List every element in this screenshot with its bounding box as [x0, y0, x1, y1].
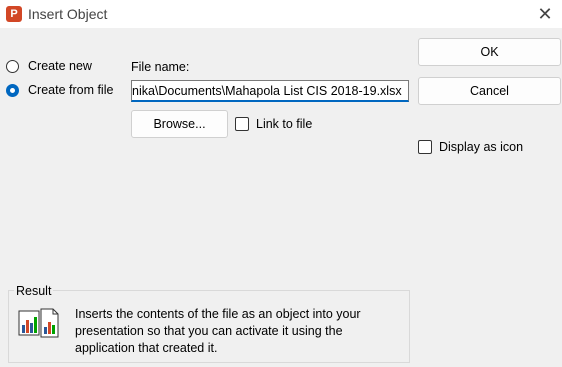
- close-icon[interactable]: ✕: [534, 4, 556, 24]
- file-name-label: File name:: [131, 60, 190, 74]
- display-as-icon-checkbox[interactable]: [418, 140, 432, 154]
- embedded-object-icon: [18, 308, 59, 338]
- link-to-file-checkbox[interactable]: [235, 117, 249, 131]
- powerpoint-icon: P: [6, 6, 22, 22]
- create-from-file-label: Create from file: [28, 83, 114, 97]
- link-to-file-label: Link to file: [256, 117, 313, 131]
- title-bar: P Insert Object ✕: [0, 0, 562, 28]
- create-new-radio[interactable]: [6, 59, 19, 73]
- window-title: Insert Object: [28, 6, 108, 22]
- create-new-option[interactable]: Create new: [6, 59, 92, 73]
- display-as-icon-label: Display as icon: [439, 140, 524, 154]
- display-as-icon-option[interactable]: Display as icon: [418, 140, 523, 154]
- result-description: Inserts the contents of the file as an o…: [75, 307, 361, 355]
- browse-button[interactable]: Browse...: [131, 110, 228, 138]
- cancel-button[interactable]: Cancel: [418, 77, 561, 105]
- link-to-file-option[interactable]: Link to file: [235, 117, 312, 131]
- ok-button[interactable]: OK: [418, 38, 561, 66]
- create-from-file-option[interactable]: Create from file: [6, 83, 113, 97]
- file-name-input[interactable]: nika\Documents\Mahapola List CIS 2018-19…: [131, 80, 409, 102]
- result-title: Result: [14, 284, 54, 298]
- create-new-label: Create new: [28, 59, 92, 73]
- file-name-value: nika\Documents\Mahapola List CIS 2018-19…: [132, 84, 402, 98]
- create-from-file-radio[interactable]: [6, 83, 19, 97]
